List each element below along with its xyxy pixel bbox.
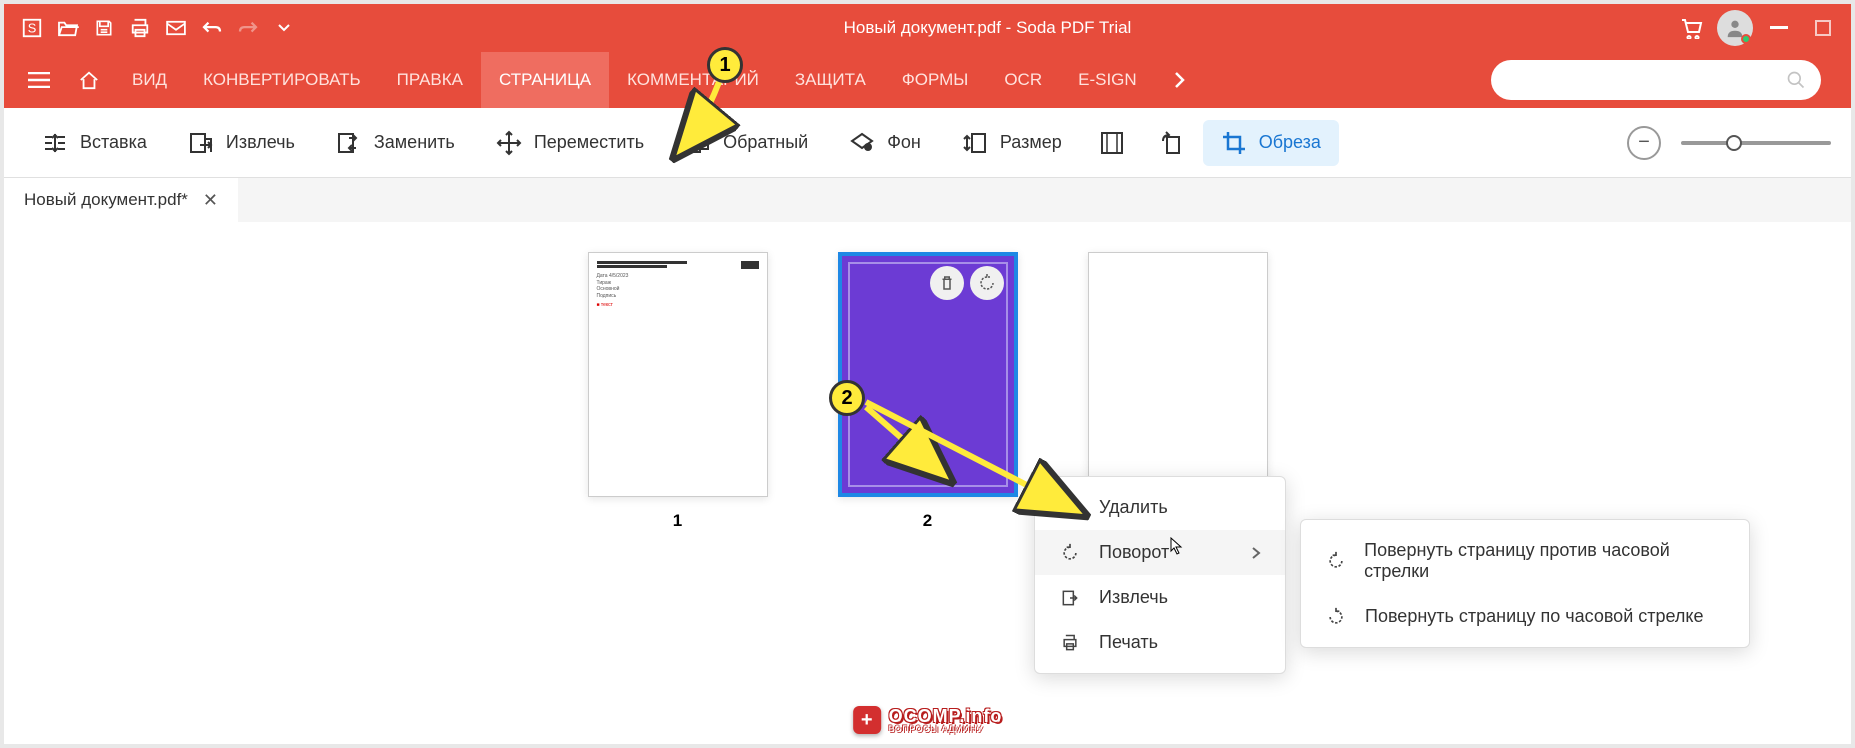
rotate-page-button[interactable]: [1144, 121, 1198, 165]
chevron-right-icon[interactable]: [1155, 52, 1205, 108]
menu-edit[interactable]: ПРАВКА: [379, 52, 481, 108]
document-tabbar: Новый документ.pdf* ✕: [4, 178, 1851, 222]
page-1-preview: Дата 4/5/2023 Тираж Основной Подпись ■ т…: [597, 261, 759, 309]
menu-ocr[interactable]: OCR: [986, 52, 1060, 108]
document-title: Новый документ.pdf - Soda PDF Trial: [302, 18, 1673, 38]
tab-title: Новый документ.pdf*: [24, 190, 188, 210]
search-input[interactable]: [1491, 60, 1821, 100]
annotation-callout-2: 2: [829, 380, 865, 416]
watermark-main: OCOMP.info: [889, 707, 1003, 725]
ctx-extract-label: Извлечь: [1099, 587, 1168, 608]
reverse-label: Обратный: [723, 132, 808, 153]
rotate-cw-icon: [1325, 607, 1347, 627]
page-context-menu: Удалить Поворот Извлечь Печать Повернуть…: [1034, 476, 1286, 674]
zoom-out-button[interactable]: −: [1627, 126, 1661, 160]
cursor-icon: [1170, 537, 1184, 555]
zoom-slider[interactable]: [1681, 141, 1831, 145]
ctx-extract[interactable]: Извлечь: [1035, 575, 1285, 620]
ctx-rotate-ccw-label: Повернуть страницу против часовой стрелк…: [1364, 540, 1725, 582]
maximize-icon[interactable]: [1805, 10, 1841, 46]
move-button[interactable]: Переместить: [478, 120, 662, 166]
ctx-delete[interactable]: Удалить: [1035, 485, 1285, 530]
menu-esign[interactable]: E-SIGN: [1060, 52, 1155, 108]
page-toolbar: Вставка Извлечь Заменить Переместить Обр…: [4, 108, 1851, 178]
trash-icon: [1059, 498, 1081, 518]
save-icon[interactable]: [86, 10, 122, 46]
ctx-delete-label: Удалить: [1099, 497, 1168, 518]
resize-label: Размер: [1000, 132, 1062, 153]
background-button[interactable]: Фон: [831, 121, 939, 165]
ctx-rotate-cw[interactable]: Повернуть страницу по часовой стрелке: [1301, 594, 1749, 639]
home-icon[interactable]: [64, 52, 114, 108]
replace-label: Заменить: [374, 132, 455, 153]
ctx-rotate[interactable]: Поворот: [1035, 530, 1285, 575]
close-tab-icon[interactable]: ✕: [203, 190, 218, 211]
background-label: Фон: [887, 132, 921, 153]
print-icon: [1059, 633, 1081, 653]
annotation-callout-1: 1: [707, 47, 743, 83]
hamburger-icon[interactable]: [14, 52, 64, 108]
extract-icon: [1059, 588, 1081, 608]
margins-button[interactable]: [1085, 120, 1139, 166]
page-thumb-3[interactable]: [1088, 252, 1268, 497]
watermark: + OCOMP.info ВОПРОСЫ АДМИНУ: [853, 706, 1003, 734]
watermark-sub: ВОПРОСЫ АДМИНУ: [889, 725, 1003, 734]
ctx-print[interactable]: Печать: [1035, 620, 1285, 665]
ctx-rotate-ccw[interactable]: Повернуть страницу против часовой стрелк…: [1301, 528, 1749, 594]
reverse-button[interactable]: Обратный: [667, 121, 826, 165]
move-label: Переместить: [534, 132, 644, 153]
rotate-submenu: Повернуть страницу против часовой стрелк…: [1300, 519, 1750, 648]
app-logo-icon[interactable]: S: [14, 10, 50, 46]
rotate-ccw-icon: [1325, 551, 1346, 571]
zoom-thumb[interactable]: [1726, 135, 1742, 151]
user-avatar[interactable]: [1717, 10, 1753, 46]
extract-label: Извлечь: [226, 132, 295, 153]
page-thumb-1[interactable]: Дата 4/5/2023 Тираж Основной Подпись ■ т…: [588, 252, 768, 531]
watermark-badge: +: [853, 706, 881, 734]
document-tab[interactable]: Новый документ.pdf* ✕: [4, 178, 238, 222]
ctx-rotate-cw-label: Повернуть страницу по часовой стрелке: [1365, 606, 1704, 627]
menu-page[interactable]: СТРАНИЦА: [481, 52, 609, 108]
menu-forms[interactable]: ФОРМЫ: [884, 52, 987, 108]
redo-icon[interactable]: [230, 10, 266, 46]
insert-button[interactable]: Вставка: [24, 121, 165, 165]
ctx-print-label: Печать: [1099, 632, 1158, 653]
zoom-control: −: [1627, 126, 1831, 160]
extract-button[interactable]: Извлечь: [170, 121, 313, 165]
minimize-icon[interactable]: [1761, 10, 1797, 46]
page-thumbnails-area: Дата 4/5/2023 Тираж Основной Подпись ■ т…: [4, 222, 1851, 742]
insert-label: Вставка: [80, 132, 147, 153]
page-thumb-2[interactable]: 2: [838, 252, 1018, 531]
search-icon: [1786, 70, 1806, 90]
titlebar: S Новый документ.pdf - Soda PDF Trial: [4, 4, 1851, 52]
resize-button[interactable]: Размер: [944, 121, 1080, 165]
status-dot-icon: [1741, 34, 1751, 44]
ctx-rotate-label: Поворот: [1099, 542, 1169, 563]
page-number-2: 2: [923, 511, 932, 531]
undo-icon[interactable]: [194, 10, 230, 46]
menu-view[interactable]: ВИД: [114, 52, 185, 108]
open-icon[interactable]: [50, 10, 86, 46]
chevron-right-icon: [1251, 546, 1261, 560]
mail-icon[interactable]: [158, 10, 194, 46]
replace-button[interactable]: Заменить: [318, 121, 473, 165]
crop-label: Обреза: [1259, 132, 1321, 153]
rotate-ccw-icon: [1059, 543, 1081, 563]
menu-convert[interactable]: КОНВЕРТИРОВАТЬ: [185, 52, 379, 108]
page-number-1: 1: [673, 511, 682, 531]
crop-button[interactable]: Обреза: [1203, 120, 1339, 166]
delete-page-icon[interactable]: [930, 266, 964, 300]
menubar: ВИД КОНВЕРТИРОВАТЬ ПРАВКА СТРАНИЦА КОММЕ…: [4, 52, 1851, 108]
menu-secure[interactable]: ЗАЩИТА: [777, 52, 884, 108]
rotate-page-icon[interactable]: [970, 266, 1004, 300]
cart-icon[interactable]: [1673, 10, 1709, 46]
menu-comment[interactable]: КОММЕНТАРИЙ: [609, 52, 777, 108]
dropdown-icon[interactable]: [266, 10, 302, 46]
print-icon[interactable]: [122, 10, 158, 46]
svg-text:S: S: [28, 21, 37, 36]
